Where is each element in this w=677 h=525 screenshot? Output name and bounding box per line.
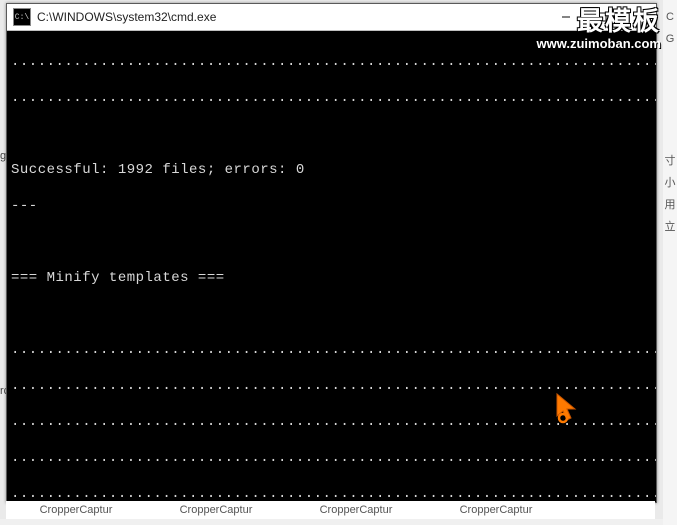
minimize-button[interactable]: [548, 4, 584, 30]
maximize-button[interactable]: [584, 4, 620, 30]
hint-text: 用: [663, 194, 677, 216]
window-title: C:\WINDOWS\system32\cmd.exe: [37, 10, 216, 24]
taskbar-item[interactable]: CropperCaptur: [6, 504, 146, 516]
taskbar-item[interactable]: CropperCaptur: [146, 504, 286, 516]
output-line: === Minify templates ===: [11, 269, 652, 287]
hint-text: 小: [663, 172, 677, 194]
taskbar-item[interactable]: CropperCaptur: [426, 504, 566, 516]
output-line: ---: [11, 197, 652, 215]
terminal-output[interactable]: ........................................…: [7, 31, 656, 502]
cmd-window: C:\ C:\WINDOWS\system32\cmd.exe ........…: [6, 3, 657, 503]
output-line: ........................................…: [11, 53, 652, 71]
blank-line: [11, 125, 652, 143]
output-line: ........................................…: [11, 413, 652, 431]
hint-text: G: [663, 28, 677, 50]
output-line: ........................................…: [11, 485, 652, 502]
output-line: ........................................…: [11, 89, 652, 107]
hint-text: 寸: [663, 150, 677, 172]
output-line: ........................................…: [11, 377, 652, 395]
right-panel-fragment: C G 寸 小 用 立: [663, 0, 677, 525]
titlebar[interactable]: C:\ C:\WINDOWS\system32\cmd.exe: [7, 4, 656, 31]
hint-text: 立: [663, 216, 677, 238]
close-button[interactable]: [620, 4, 656, 30]
output-line: ........................................…: [11, 449, 652, 467]
blank-line: [11, 233, 652, 251]
hint-text: C: [663, 6, 677, 28]
taskbar-item[interactable]: CropperCaptur: [286, 504, 426, 516]
cmd-icon: C:\: [13, 8, 31, 26]
output-line: ........................................…: [11, 341, 652, 359]
blank-line: [11, 305, 652, 323]
output-line: Successful: 1992 files; errors: 0: [11, 161, 652, 179]
window-controls: [548, 4, 656, 30]
taskbar-fragment: CropperCaptur CropperCaptur CropperCaptu…: [6, 501, 655, 519]
